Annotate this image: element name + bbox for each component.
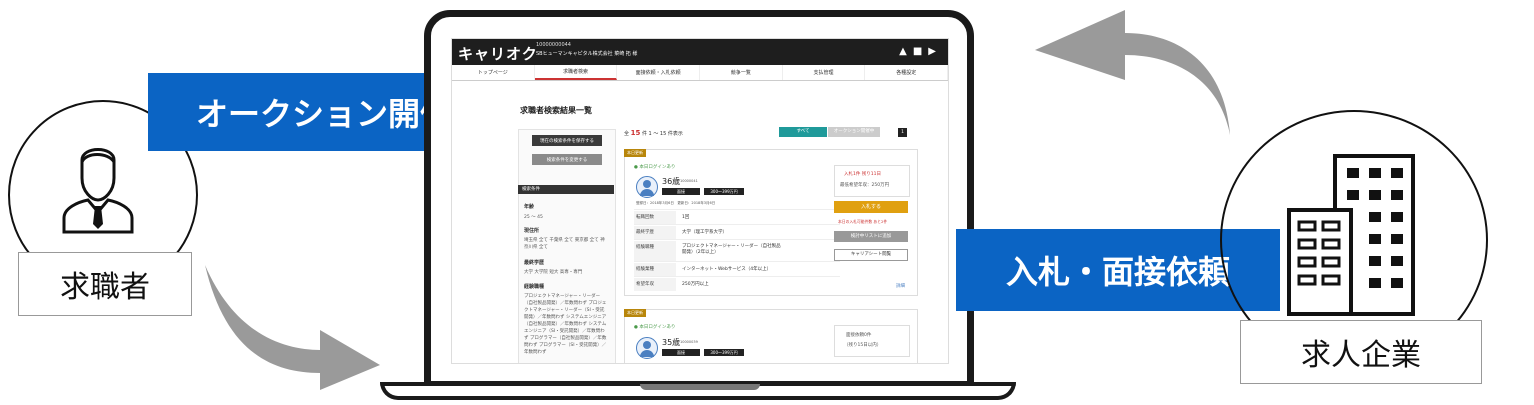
table-row: 経験職種 プロジェクトマネージャー・リーダー（自社製品開発）（2年以上） <box>634 239 840 262</box>
nav-competition[interactable]: 競争一覧 <box>700 65 783 80</box>
laptop-notch <box>640 384 760 390</box>
candidate-age: 35歳 <box>662 338 681 347</box>
cond-exp-label: 経験職種 <box>524 284 545 290</box>
app-logo[interactable]: キャリオク <box>458 43 538 64</box>
arrow-right-icon <box>205 265 380 390</box>
job-seeker-label: 求職者 <box>18 252 192 316</box>
tab-auction[interactable]: オークション開催中 <box>828 127 880 137</box>
nav-payment[interactable]: 支払管理 <box>783 65 866 80</box>
bid-button[interactable]: 入札する <box>834 201 908 213</box>
detail-link[interactable]: 詳細 <box>896 283 905 289</box>
login-status: ● 本日ログインあり <box>634 165 676 170</box>
nav-settings[interactable]: 各種設定 <box>865 65 948 80</box>
candidate-id: 10000039 <box>680 340 698 344</box>
career-sheet-button[interactable]: キャリアシート閲覧 <box>834 249 908 261</box>
main-nav: トップページ 求職者検索 面接依頼・入札依頼 競争一覧 支払管理 各種設定 <box>452 65 948 81</box>
table-row: 最終学歴 大学（理工学系大学） <box>634 224 840 240</box>
cond-edu-label: 最終学歴 <box>524 260 545 266</box>
table-row: 経験業種 インターネット・Webサービス（4年以上） <box>634 261 840 277</box>
mail-icon[interactable]: ■ <box>913 46 928 57</box>
cond-age-value: 25 〜 45 <box>524 215 543 220</box>
company-name: SBヒューマンキャピタル株式会社 菜崎 拓 様 <box>536 51 638 57</box>
bid-info-box <box>834 325 910 357</box>
table-row: 希望年収 250万円以上 <box>634 276 840 292</box>
cond-edu-value: 大学 大学院 短大 高専・専門 <box>524 270 583 275</box>
candidate-dates: 登録日：2018年3月6日 更新日：2018年3月6日 <box>636 201 716 205</box>
nav-interview[interactable]: 面接依頼・入札依頼 <box>617 65 701 80</box>
page-number[interactable]: 1 <box>898 128 907 137</box>
bell-icon[interactable]: ▲ <box>899 46 913 57</box>
result-count: 全 15 件 1 〜 15 件表示 <box>624 129 683 137</box>
cond-age-label: 年齢 <box>524 204 535 210</box>
cond-location-value: 埼玉県 全て 千葉県 全て 東京都 全て 神奈川県 全て <box>524 238 605 250</box>
save-conditions-button[interactable]: 現在の検索条件を保存する <box>532 135 602 146</box>
nav-top[interactable]: トップページ <box>452 65 535 80</box>
tag-interview: 面接 <box>662 188 700 195</box>
cond-location-label: 現住所 <box>524 228 540 234</box>
candidate-age: 36歳 <box>662 177 681 186</box>
bid-note: 本日の入札可能件数 あと2件 <box>838 219 888 224</box>
app-screen: キャリオク 10000000044 SBヒューマンキャピタル株式会社 菜崎 拓 … <box>451 38 949 364</box>
header-icons[interactable]: ▲■▶ <box>899 46 942 57</box>
bid-info-box <box>834 165 910 197</box>
tag-salary: 300〜399万円 <box>704 188 744 195</box>
bid-info: 面接依頼0件 <box>846 333 872 338</box>
avatar <box>636 337 658 359</box>
nav-search[interactable]: 求職者検索 <box>534 65 618 80</box>
result-count-number: 15 <box>630 129 641 137</box>
tag-interview: 面接 <box>662 349 700 356</box>
bid-info: 入札1件 残り11日 <box>844 172 882 177</box>
conditions-header: 検索条件 <box>518 185 614 194</box>
login-status: ● 本日ログインあり <box>634 325 676 330</box>
app-header: キャリオク 10000000044 SBヒューマンキャピタル株式会社 菜崎 拓 … <box>452 39 948 65</box>
company-id: 10000000044 <box>536 42 571 48</box>
remain-days: （残り15日以内） <box>844 343 882 348</box>
tab-all[interactable]: すべて <box>779 127 827 137</box>
add-consider-button[interactable]: 検討中リストに追加 <box>834 231 908 242</box>
min-salary: 最低希望年収：250万円 <box>840 183 890 188</box>
cond-exp-value: プロジェクトマネージャー・リーダー（自社製品開発）／年数問わず プロジェクトマネ… <box>524 294 607 355</box>
tag-salary: 300〜399万円 <box>704 349 744 356</box>
table-row: 転職回数 1回 <box>634 209 840 225</box>
candidate-id: 10000041 <box>680 179 698 183</box>
update-badge: 本日更新 <box>624 149 646 157</box>
update-badge: 本日更新 <box>624 309 646 317</box>
office-building-icon <box>1287 154 1415 316</box>
change-conditions-button[interactable]: 検索条件を変更する <box>532 154 602 165</box>
company-label: 求人企業 <box>1240 320 1482 384</box>
logout-icon[interactable]: ▶ <box>928 46 942 57</box>
page-title: 求職者検索結果一覧 <box>520 106 592 115</box>
arrow-left-icon <box>1035 10 1230 135</box>
person-tie-icon <box>62 148 134 234</box>
avatar <box>636 176 658 198</box>
